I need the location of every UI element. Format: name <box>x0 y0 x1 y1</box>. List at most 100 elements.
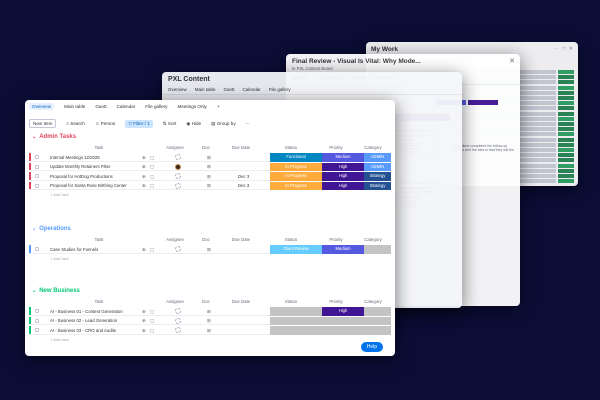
table-row[interactable]: AI - Business 03 - CRO and Audits ⊕ ▢ ⊞ <box>29 326 391 335</box>
task-name[interactable]: AI - Business 02 - Lead Generation <box>50 318 117 323</box>
add-task-row[interactable]: + Add task <box>50 256 69 261</box>
status-cell[interactable]: Functional <box>270 153 322 162</box>
task-name[interactable]: Case Studies for Funnels <box>50 247 98 252</box>
group-title[interactable]: ⌄ New Business <box>32 288 80 294</box>
add-subitem-icon[interactable]: ⊕ <box>142 328 146 334</box>
column-header-category[interactable]: Category <box>364 299 381 304</box>
table-row[interactable]: Proposal for Santa Rose Birthing Center ⊕… <box>29 181 391 190</box>
tab-overview[interactable]: Overview <box>168 87 187 92</box>
group-by-button[interactable]: ▤ Group by <box>211 121 236 127</box>
status-cell[interactable]: In Progress <box>270 162 322 171</box>
tab-overview[interactable]: Overview <box>29 103 55 110</box>
person-icon[interactable] <box>175 308 181 314</box>
person-filter-button[interactable]: ☺ Person <box>95 121 116 126</box>
help-button[interactable]: Help <box>360 342 383 352</box>
tab-file-gallery[interactable]: File gallery <box>145 104 167 110</box>
priority-cell[interactable]: High <box>322 162 364 171</box>
tab-calendar[interactable]: Calendar <box>117 104 136 110</box>
task-name[interactable]: Proposal for HotDog Productions <box>50 174 113 179</box>
priority-cell[interactable]: Medium <box>322 153 364 162</box>
add-subitem-icon[interactable]: ⊕ <box>142 174 146 180</box>
row-checkbox[interactable] <box>35 309 39 313</box>
update-icon[interactable]: ▢ <box>150 155 154 161</box>
tab-main-table[interactable]: Main table <box>64 104 85 110</box>
chevron-down-icon[interactable]: ⌄ <box>32 288 36 294</box>
column-header-category[interactable]: Category <box>364 237 381 242</box>
doc-icon[interactable]: ⊞ <box>207 183 211 189</box>
task-name[interactable]: Internal Meetings 12/2025 <box>50 155 100 160</box>
column-header-assignee[interactable]: Assignee <box>166 237 184 242</box>
task-name[interactable]: AI - Business 01 - Content Generation <box>50 309 123 314</box>
row-checkbox[interactable] <box>35 318 39 323</box>
close-icon[interactable]: ✕ <box>509 57 515 65</box>
group-title[interactable]: ⌄ Operations <box>32 226 71 232</box>
column-header-doc[interactable]: Doc <box>202 299 210 304</box>
update-icon[interactable]: ▢ <box>150 318 154 324</box>
person-icon[interactable] <box>175 317 181 324</box>
table-row[interactable]: Update Monthly Retainers Filter ⊕ ▢ ⊞ In Pro… <box>29 162 391 171</box>
priority-cell[interactable]: Medium <box>322 245 364 254</box>
column-header-status[interactable]: Status <box>285 145 297 150</box>
column-header-status[interactable]: Status <box>285 299 297 304</box>
avatar[interactable] <box>175 163 181 170</box>
status-cell[interactable]: Client Review <box>270 245 322 254</box>
update-icon[interactable]: ▢ <box>150 247 154 253</box>
row-checkbox[interactable] <box>35 164 39 169</box>
table-row[interactable]: AI - Business 01 - Content Generation ⊕ ▢ ⊞… <box>29 307 391 316</box>
column-header-priority[interactable]: Priority <box>329 299 342 304</box>
tab-main-table[interactable]: Main table <box>195 87 216 92</box>
column-header-task[interactable]: Task <box>95 237 104 242</box>
doc-icon[interactable]: ⊞ <box>207 247 211 253</box>
more-icon[interactable]: ⋯ <box>246 121 251 127</box>
column-header-category[interactable]: Category <box>364 145 381 150</box>
column-header-due[interactable]: Due Date <box>232 299 250 304</box>
sort-button[interactable]: ⇅ Sort <box>163 121 177 127</box>
add-subitem-icon[interactable]: ⊕ <box>142 164 146 170</box>
due-date[interactable]: Dec 3 <box>238 174 249 179</box>
tab-meetings-only[interactable]: Meetings Only <box>177 104 206 110</box>
add-subitem-icon[interactable]: ⊕ <box>142 318 146 324</box>
task-name[interactable]: Proposal for Santa Rose Birthing Center <box>50 183 127 188</box>
person-icon[interactable] <box>175 327 181 333</box>
table-row[interactable]: Proposal for HotDog Productions ⊕ ▢ ⊞ Dec 3 I… <box>29 172 391 181</box>
row-checkbox[interactable] <box>35 174 39 178</box>
window-controls[interactable]: ⋯ □ ✕ <box>554 46 574 52</box>
update-icon[interactable]: ▢ <box>150 183 154 189</box>
filter-button[interactable]: ▽ Filter / 1 <box>125 119 153 128</box>
doc-icon[interactable]: ⊞ <box>207 164 211 170</box>
category-cell[interactable] <box>364 326 391 335</box>
new-item-button[interactable]: New Item <box>29 119 57 128</box>
column-header-due[interactable]: Due Date <box>232 145 250 150</box>
table-row[interactable]: Case Studies for Funnels ⊕ ▢ ⊞ Client Review… <box>29 245 391 254</box>
add-view-button[interactable]: + <box>217 104 220 110</box>
column-header-assignee[interactable]: Assignee <box>166 299 184 304</box>
tab-file-gallery[interactable]: File gallery <box>269 87 291 92</box>
category-cell[interactable] <box>364 307 391 316</box>
person-icon[interactable] <box>175 246 181 252</box>
add-task-row[interactable]: + Add task <box>50 337 69 342</box>
priority-cell[interactable] <box>322 326 364 335</box>
status-cell[interactable]: In Progress <box>270 181 322 190</box>
column-header-status[interactable]: Status <box>285 237 297 242</box>
doc-icon[interactable]: ⊞ <box>207 155 211 161</box>
update-icon[interactable]: ▢ <box>150 309 154 315</box>
status-cell[interactable] <box>270 316 322 325</box>
table-row[interactable]: Internal Meetings 12/2025 ⊕ ▢ ⊞ Functional Me… <box>29 153 391 162</box>
category-cell[interactable]: Strategy <box>364 172 391 181</box>
row-checkbox[interactable] <box>35 183 39 188</box>
person-icon[interactable] <box>175 154 181 160</box>
category-cell[interactable] <box>364 316 391 325</box>
doc-icon[interactable]: ⊞ <box>207 309 211 315</box>
task-name[interactable]: AI - Business 03 - CRO and Audits <box>50 328 116 333</box>
add-subitem-icon[interactable]: ⊕ <box>142 309 146 315</box>
search-button[interactable]: ⌕ Search <box>66 121 84 126</box>
hide-button[interactable]: ◉ Hide <box>186 121 201 127</box>
column-header-task[interactable]: Task <box>95 145 104 150</box>
status-cell[interactable]: In Progress <box>270 172 322 181</box>
status-cell[interactable] <box>270 307 322 316</box>
due-date[interactable]: Dec 3 <box>238 183 249 188</box>
doc-icon[interactable]: ⊞ <box>207 318 211 324</box>
column-header-doc[interactable]: Doc <box>202 237 210 242</box>
group-title[interactable]: ⌄ Admin Tasks <box>32 134 76 140</box>
add-task-row[interactable]: + Add task <box>50 192 69 197</box>
